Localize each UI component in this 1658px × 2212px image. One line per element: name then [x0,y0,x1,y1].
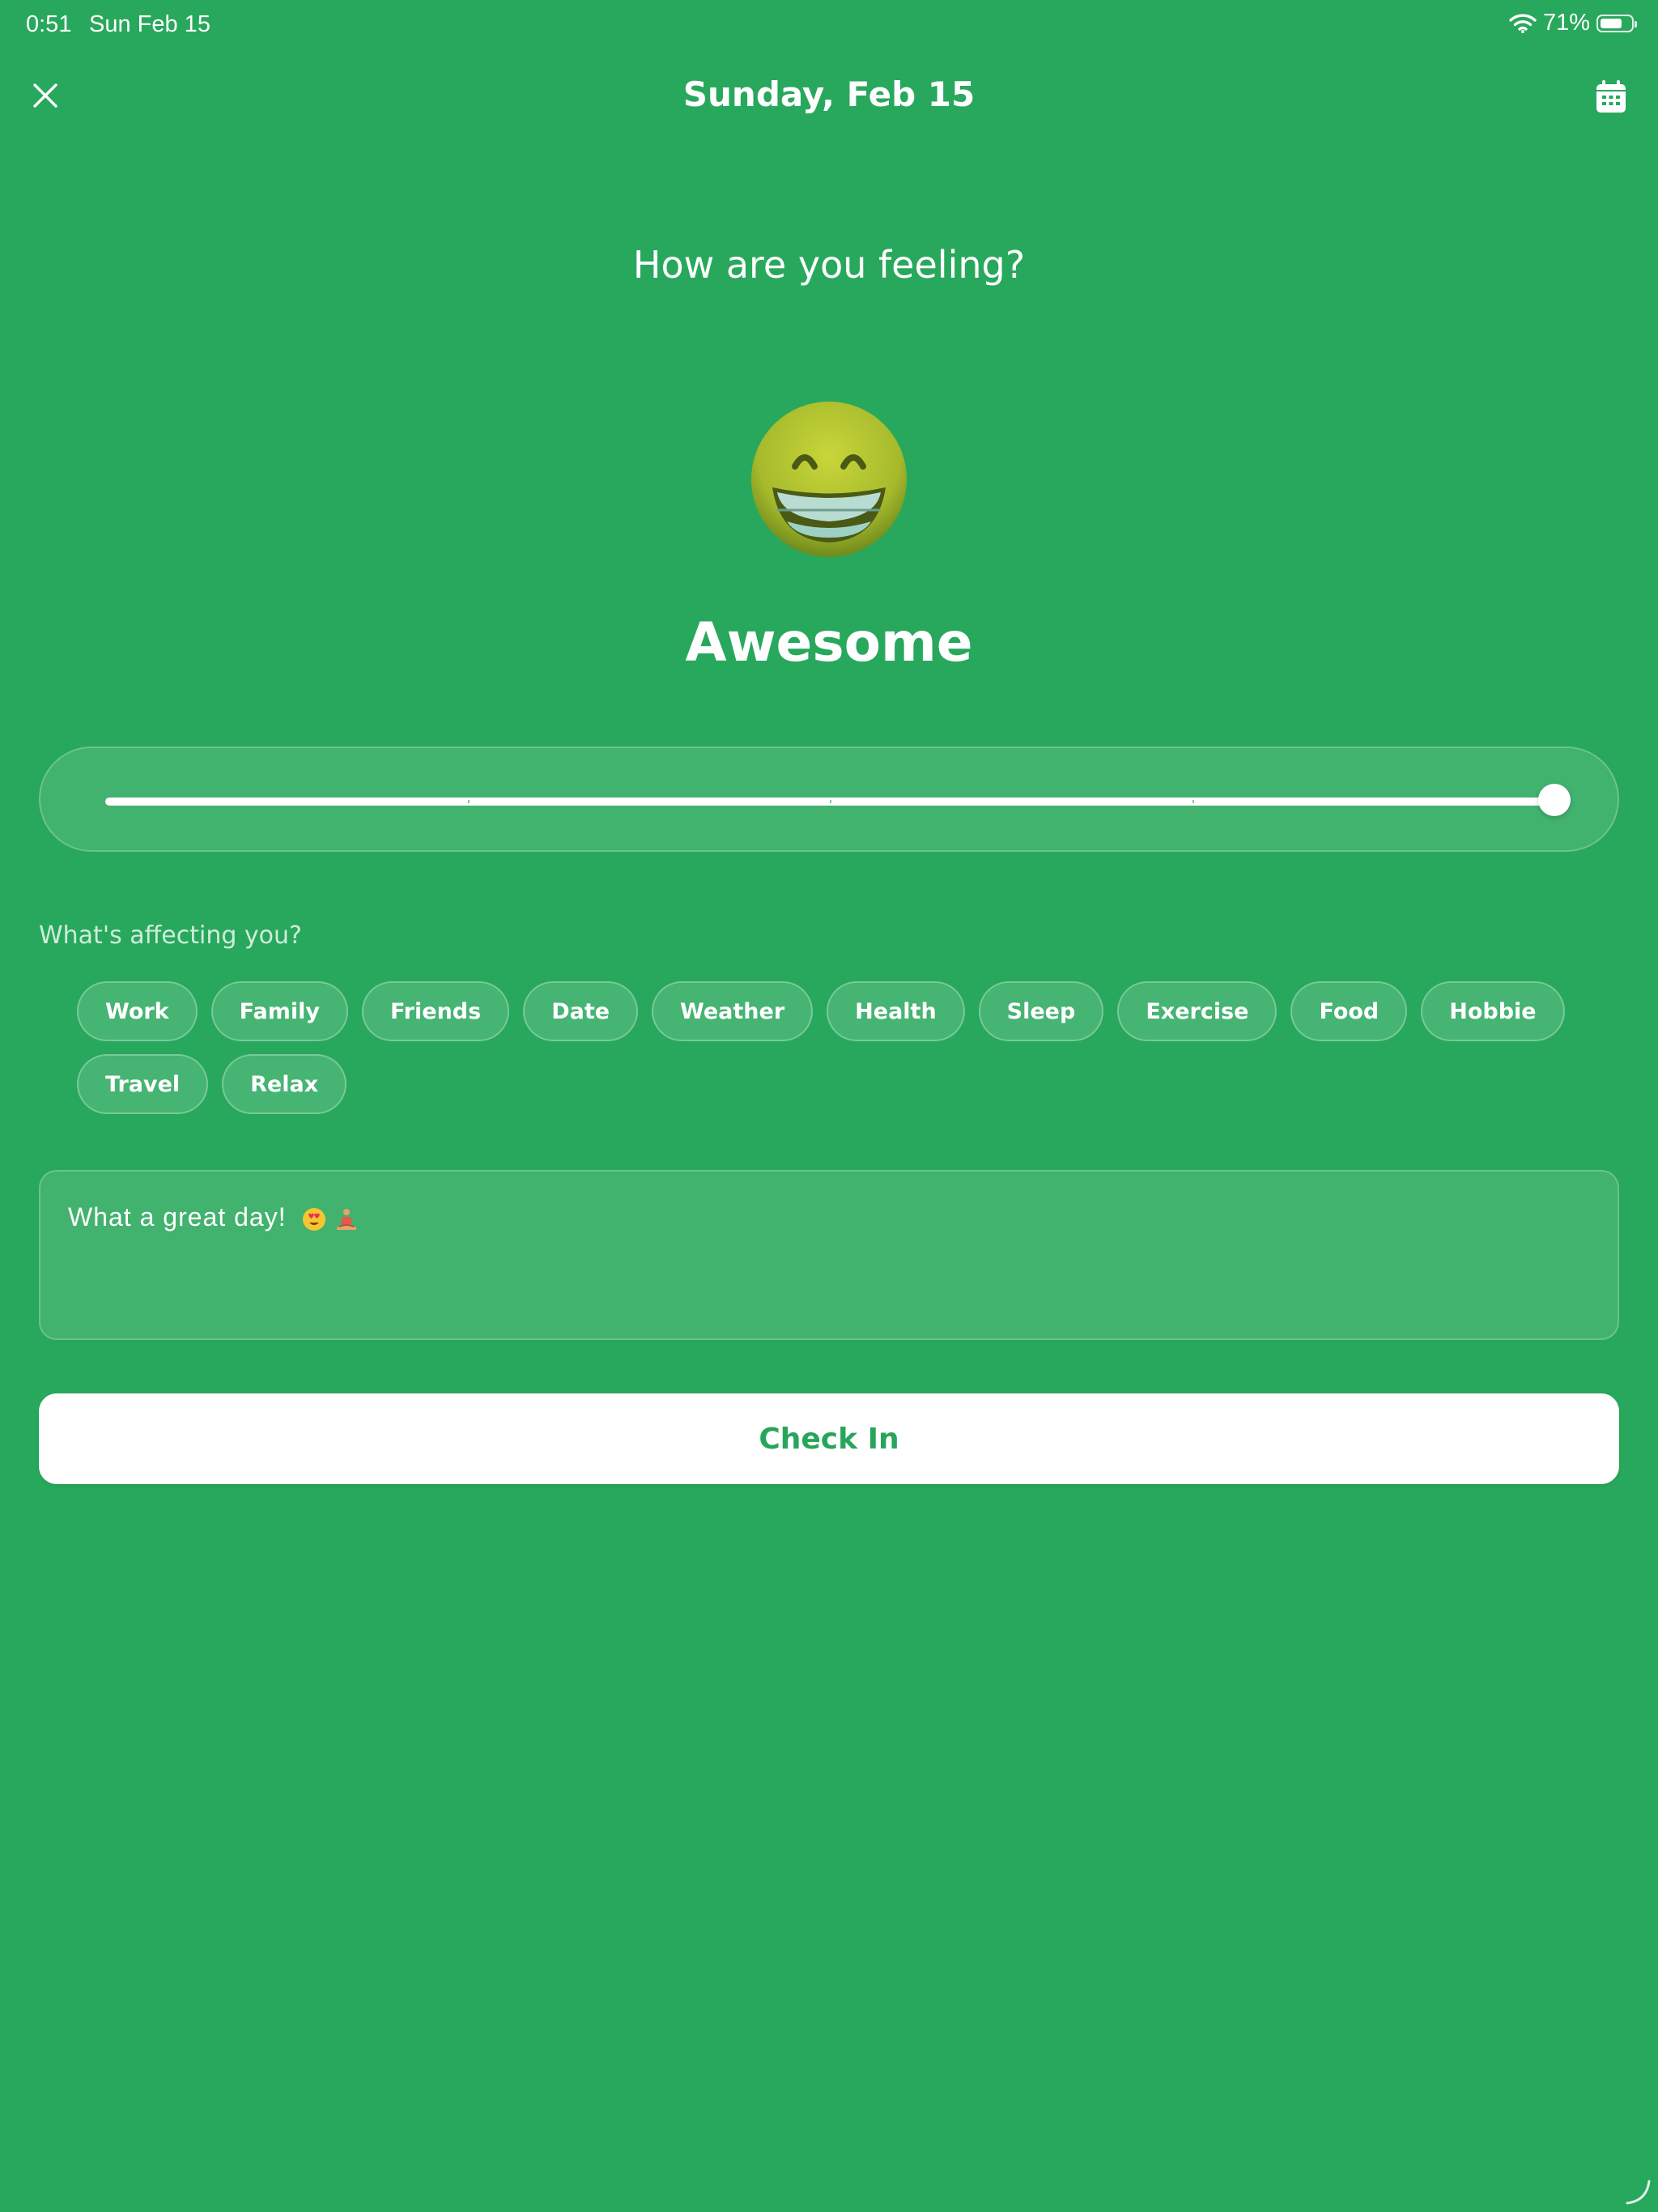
calendar-icon [1596,80,1626,113]
slider-thumb[interactable] [1538,784,1571,816]
battery-percent: 71% [1542,10,1590,36]
status-time: 0:51 [26,11,72,37]
slider-track[interactable] [105,784,1571,816]
factor-tag-family[interactable]: Family [210,981,348,1041]
mood-label: Awesome [685,611,973,674]
grinning-face-emoji-icon [751,402,907,557]
factor-tag-food[interactable]: Food [1290,981,1408,1041]
factor-tag-work[interactable]: Work [77,981,198,1041]
heart-eyes-emoji-icon [303,1207,326,1231]
factor-tag-weather[interactable]: Weather [652,981,814,1041]
calendar-button[interactable] [1588,74,1634,120]
factor-tag-sleep[interactable]: Sleep [978,981,1104,1041]
factor-tag-date[interactable]: Date [523,981,639,1041]
meditation-emoji-icon [337,1208,357,1230]
status-date: Sun Feb 15 [89,11,210,37]
factors-label: What's affecting you? [39,921,302,950]
page-title: Sunday, Feb 15 [682,74,976,114]
mood-prompt: How are you feeling? [632,243,1026,287]
factor-tag-exercise[interactable]: Exercise [1117,981,1278,1041]
status-indicators: 71% [1509,10,1637,36]
factor-tag-health[interactable]: Health [827,981,965,1041]
factor-tag-friends[interactable]: Friends [361,981,510,1041]
battery-icon [1596,14,1637,32]
slider-tick [830,800,831,803]
factor-tags: Work Family Friends Date Weather Health Sleep E… [77,981,1615,1114]
slider-tick [467,800,470,803]
note-field[interactable]: What a great day! [39,1170,1619,1340]
slider-tick [1192,800,1194,803]
mood-slider[interactable] [39,747,1619,852]
wifi-icon [1509,13,1537,33]
factor-tag-hobbie[interactable]: Hobbie [1421,981,1565,1041]
check-in-button[interactable]: Check In [39,1393,1619,1484]
factor-tag-relax[interactable]: Relax [222,1054,347,1114]
note-text: What a great day! [68,1202,287,1231]
resize-corner-icon [1626,2180,1651,2205]
factor-tag-travel[interactable]: Travel [77,1054,209,1114]
